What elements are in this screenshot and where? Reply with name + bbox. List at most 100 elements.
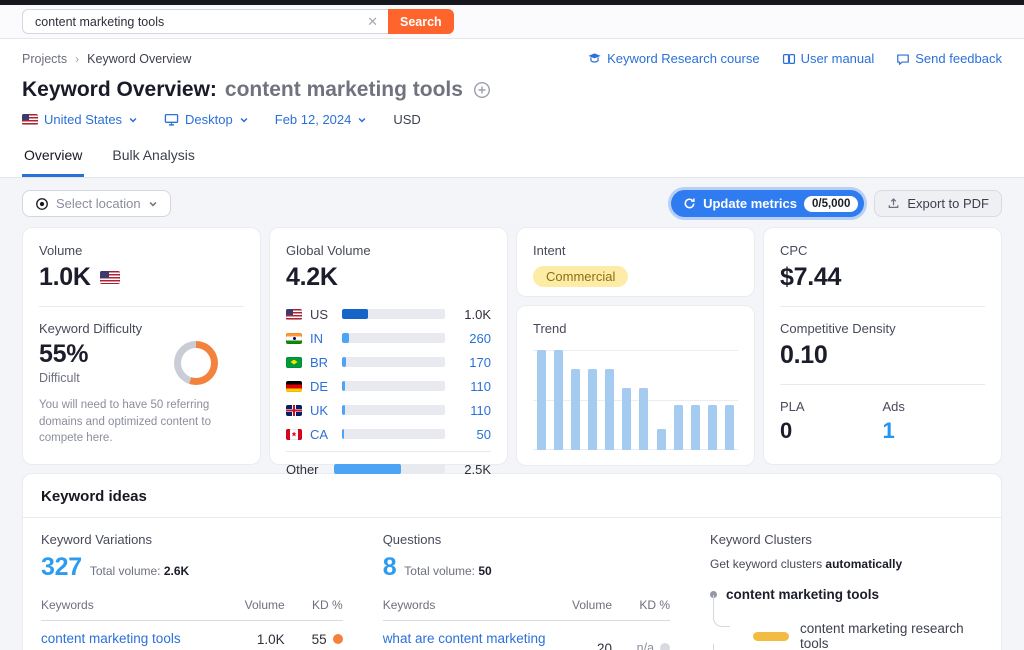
cpc-card: CPC $7.44 Competitive Density 0.10 PLA 0… (763, 227, 1002, 465)
country-volume-value[interactable]: 50 (453, 427, 491, 442)
keyword-link[interactable]: what are content marketing tools (383, 630, 550, 650)
cluster-child: content marketing research tools (713, 621, 983, 650)
kd-cell: 55 (285, 632, 343, 647)
cluster-pill-icon (753, 632, 789, 641)
total-volume-label: Total volume: (404, 564, 475, 578)
quota-badge: 0/5,000 (804, 196, 858, 212)
update-metrics-button[interactable]: Update metrics 0/5,000 (671, 190, 864, 217)
country-code-link[interactable]: CA (310, 427, 334, 442)
other-volume-row: Other 2.5K (286, 457, 491, 481)
trend-bar (657, 429, 666, 450)
volume-bar-fill (342, 381, 345, 391)
volume-bar-fill (342, 309, 368, 319)
country-volume-value[interactable]: 110 (453, 379, 491, 394)
volume-header: Volume (223, 598, 285, 612)
volume-bar-fill (342, 429, 344, 439)
export-to-pdf-button[interactable]: Export to PDF (874, 190, 1002, 217)
country-volume-row: IN 260 (286, 326, 491, 350)
page-header: Projects › Keyword Overview Keyword Rese… (0, 39, 1024, 178)
table-header: Keywords Volume KD % (383, 598, 670, 621)
user-manual-link[interactable]: User manual (782, 51, 875, 66)
in-flag-icon (286, 333, 302, 344)
search-button[interactable]: Search (388, 9, 454, 34)
update-metrics-label: Update metrics (703, 196, 797, 211)
kd-cell: n/a (612, 641, 670, 650)
volume-bar-track (342, 429, 445, 439)
volume-bar-fill (342, 405, 345, 415)
clear-search-icon[interactable]: ✕ (365, 15, 380, 28)
trend-bar (622, 388, 631, 450)
search-bar: ✕ Search (0, 5, 1024, 39)
volume-label: Volume (39, 243, 244, 258)
keywords-header: Keywords (383, 598, 550, 612)
monitor-icon (164, 112, 179, 127)
divider (286, 451, 491, 452)
trend-bar (674, 405, 683, 450)
volume-value: 1.0K (39, 263, 91, 292)
select-location-button[interactable]: Select location (22, 190, 171, 217)
trend-bar (708, 405, 717, 450)
help-link-label: Keyword Research course (607, 51, 759, 66)
competitive-density-value: 0.10 (780, 341, 985, 370)
country-volume-value[interactable]: 260 (453, 331, 491, 346)
country-code-link[interactable]: DE (310, 379, 334, 394)
keyword-difficulty-value: 55% (39, 340, 174, 369)
breadcrumb-projects[interactable]: Projects (22, 52, 67, 66)
country-volume-value[interactable]: 110 (453, 403, 491, 418)
add-keyword-icon[interactable] (473, 81, 491, 99)
country-code-link[interactable]: BR (310, 355, 334, 370)
volume-difficulty-card: Volume 1.0K Keyword Difficulty 55% Diffi… (22, 227, 261, 465)
ca-flag-icon (286, 429, 302, 440)
send-feedback-link[interactable]: Send feedback (896, 51, 1002, 66)
uk-flag-icon (286, 405, 302, 416)
divider (39, 306, 244, 307)
currency-label: USD (393, 112, 420, 127)
date-filter[interactable]: Feb 12, 2024 (275, 112, 368, 127)
export-to-pdf-label: Export to PDF (907, 196, 989, 211)
ads-label: Ads (883, 399, 986, 414)
keyword-variations-label: Keyword Variations (41, 532, 343, 547)
select-location-label: Select location (56, 196, 141, 211)
global-volume-value: 4.2K (286, 263, 491, 292)
country-volume-value: 1.0K (453, 307, 491, 322)
cluster-tree: content marketing tools content marketin… (710, 587, 983, 650)
keyword-link[interactable]: content marketing tools (41, 630, 223, 648)
gridline (533, 400, 738, 401)
country-code-link[interactable]: UK (310, 403, 334, 418)
br-flag-icon (286, 357, 302, 368)
intent-label: Intent (533, 243, 738, 258)
volume-bar-fill (334, 464, 401, 474)
breadcrumb: Projects › Keyword Overview (22, 52, 191, 66)
ads-value[interactable]: 1 (883, 418, 986, 444)
kd-header: KD % (285, 598, 343, 612)
us-flag-icon (286, 309, 302, 320)
trend-bar (605, 369, 614, 450)
divider (780, 384, 985, 385)
search-input[interactable] (35, 15, 365, 29)
table-row: what are content marketing tools 20 n/a (383, 621, 670, 650)
volume-bar-fill (342, 333, 349, 343)
keyword-ideas-title: Keyword ideas (23, 474, 1001, 518)
tabs: Overview Bulk Analysis (0, 143, 1024, 178)
trend-bar-chart (533, 350, 738, 450)
volume-cell: 20 (550, 641, 612, 650)
keyword-variations-column: Keyword Variations 327 Total volume: 2.6… (41, 532, 343, 650)
tab-bulk-analysis[interactable]: Bulk Analysis (110, 143, 196, 177)
page-title: Keyword Overview: (22, 78, 217, 102)
chevron-down-icon (239, 115, 249, 125)
tab-overview[interactable]: Overview (22, 143, 84, 177)
country-filter[interactable]: United States (22, 112, 138, 127)
device-filter[interactable]: Desktop (164, 112, 249, 127)
search-input-wrap: ✕ (22, 9, 388, 34)
country-code-link[interactable]: IN (310, 331, 334, 346)
us-flag-icon (22, 114, 38, 125)
questions-label: Questions (383, 532, 670, 547)
keyword-search-box: ✕ Search (22, 9, 454, 34)
volume-bar-fill (342, 357, 346, 367)
keyword-research-course-link[interactable]: Keyword Research course (587, 51, 759, 66)
total-volume-value: 50 (478, 564, 491, 578)
keyword-clusters-column: Keyword Clusters Get keyword clusters au… (710, 532, 983, 650)
country-volume-value[interactable]: 170 (453, 355, 491, 370)
divider (780, 306, 985, 307)
questions-column: Questions 8 Total volume: 50 Keywords Vo… (383, 532, 670, 650)
